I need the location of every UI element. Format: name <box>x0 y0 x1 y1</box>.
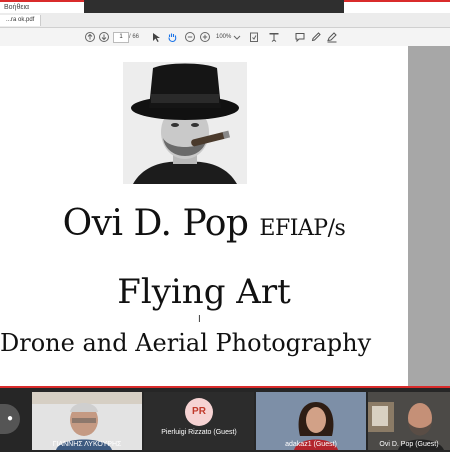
zoom-select[interactable]: 100% <box>216 31 231 43</box>
document-tab-bar: ...ra ok.pdf <box>0 13 450 28</box>
participant-name: Pierluigi Rizzato (Guest) <box>161 429 237 436</box>
fit-page-icon[interactable] <box>248 31 260 43</box>
page-down-icon[interactable] <box>98 31 110 43</box>
participant-tile[interactable]: ΓΙΑΝΝΗΣ ΛΥΚΟΥΡΗΣ <box>32 392 142 450</box>
pdf-page: Ovi D. Pop EFIAP/s Flying Art I Drone an… <box>0 46 408 386</box>
participant-name: Ovi D. Pop (Guest) <box>379 441 439 448</box>
participant-name: ΓΙΑΝΝΗΣ ΛΥΚΟΥΡΗΣ <box>52 441 122 448</box>
participant-strip: ● ΓΙΑΝΝΗΣ ΛΥΚΟΥΡΗΣ PR Pierluigi Rizzato … <box>0 386 450 452</box>
comment-icon[interactable] <box>294 31 306 43</box>
people-icon[interactable]: ● <box>0 404 20 434</box>
participant-tile[interactable]: Ovi D. Pop (Guest) <box>368 392 450 450</box>
author-portrait-image <box>123 62 247 184</box>
zoom-in-icon[interactable] <box>199 31 211 43</box>
document-tab[interactable]: ...ra ok.pdf <box>0 15 42 26</box>
author-distinction: EFIAP/s <box>259 216 346 241</box>
document-viewer[interactable]: Ovi D. Pop EFIAP/s Flying Art I Drone an… <box>0 46 450 386</box>
help-menu[interactable]: Βοήθεια <box>4 2 29 13</box>
presentation-title-name: Ovi D. Pop EFIAP/s <box>0 203 408 244</box>
hand-tool-icon[interactable] <box>166 31 178 43</box>
participant-tile[interactable]: PR Pierluigi Rizzato (Guest) <box>144 392 254 450</box>
participant-avatar: PR <box>185 398 213 426</box>
select-pointer-icon[interactable] <box>150 31 162 43</box>
presentation-title: Flying Art <box>117 272 291 312</box>
author-name: Ovi D. Pop <box>62 203 249 244</box>
chevron-down-icon[interactable] <box>231 31 243 43</box>
page-up-icon[interactable] <box>84 31 96 43</box>
text-cursor-icon: I <box>198 314 201 325</box>
presentation-icon[interactable] <box>268 31 280 43</box>
page-number-input[interactable]: 1 <box>113 32 129 43</box>
pdf-toolbar: 1 / 66 100% <box>0 28 450 47</box>
participant-tile[interactable]: adakaz1 (Guest) <box>256 392 366 450</box>
sign-icon[interactable] <box>326 31 338 43</box>
pen-icon[interactable] <box>310 31 322 43</box>
page-total: / 66 <box>129 34 140 40</box>
zoom-out-icon[interactable] <box>184 31 196 43</box>
presentation-subtitle: Drone and Aerial Photography <box>0 329 372 357</box>
participant-name: adakaz1 (Guest) <box>285 441 337 448</box>
